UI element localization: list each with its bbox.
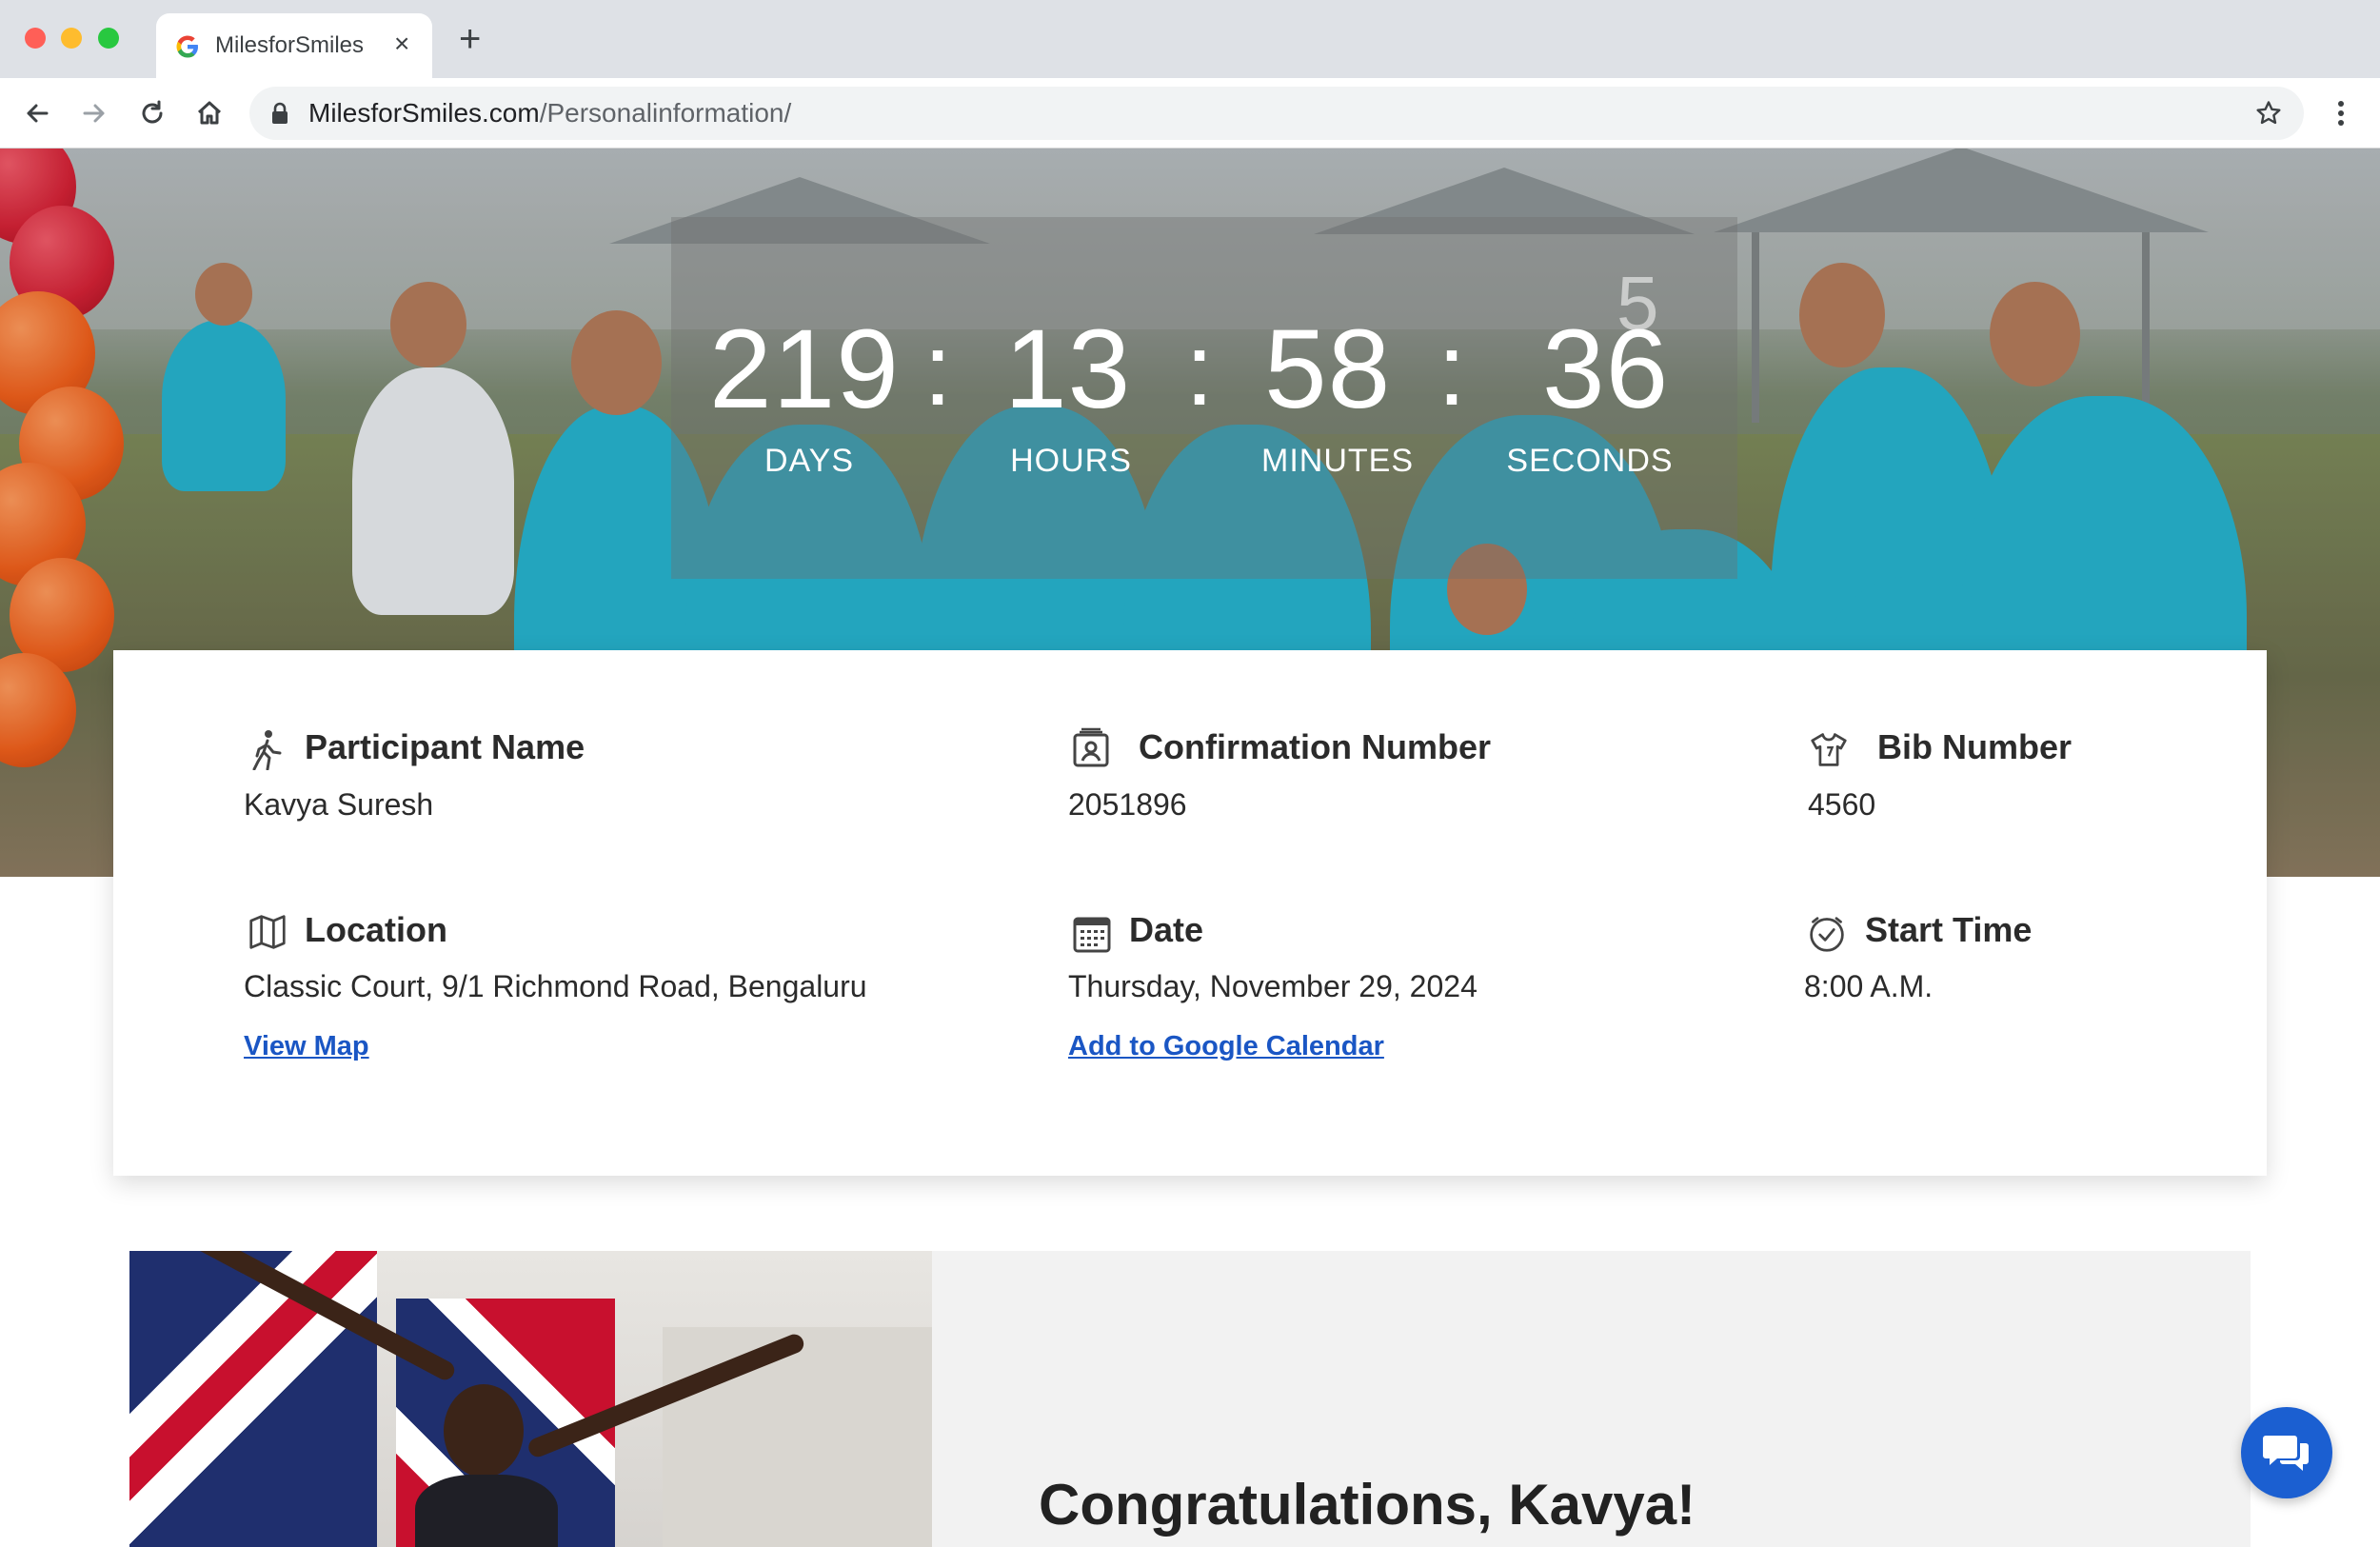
countdown-days-label: DAYS (764, 443, 855, 479)
countdown-minutes-label: MINUTES (1261, 443, 1414, 479)
map-icon (249, 915, 286, 949)
google-favicon (176, 35, 198, 58)
participant-name-title: Participant Name (305, 727, 585, 766)
minimize-window-button[interactable] (61, 28, 82, 49)
countdown-separator: : (1185, 311, 1215, 426)
close-tab-icon[interactable]: × (394, 29, 409, 59)
view-map-link[interactable]: View Map (244, 1029, 369, 1063)
browser-toolbar: MilesforSmiles.com/Personalinformation/ (0, 78, 2380, 149)
bib-number-value: 4560 (1808, 787, 1876, 822)
kebab-menu-icon[interactable] (2327, 97, 2355, 129)
location-value: Classic Court, 9/1 Richmond Road, Bengal… (244, 969, 867, 1003)
add-to-google-calendar-link[interactable]: Add to Google Calendar (1068, 1029, 1384, 1063)
home-icon[interactable] (193, 97, 226, 129)
start-time-value: 8:00 A.M. (1804, 969, 1934, 1003)
back-arrow-icon[interactable] (21, 97, 53, 129)
chat-bubbles-icon (2263, 1436, 2309, 1471)
countdown-seconds-label: SECONDS (1506, 443, 1674, 479)
id-badge-icon (1073, 727, 1109, 767)
union-flag (129, 1251, 377, 1547)
countdown-separator: : (923, 311, 953, 426)
location-title: Location (305, 910, 447, 949)
confirmation-number-title: Confirmation Number (1139, 727, 1492, 766)
lock-icon[interactable] (270, 102, 289, 125)
browser-tab-bar: MilesforSmiles × + (0, 0, 2380, 78)
url-domain: MilesforSmiles.com (308, 98, 540, 128)
countdown-hours-label: HOURS (1010, 443, 1132, 479)
runner-finish-photo (129, 1251, 932, 1547)
background-building (663, 1327, 932, 1547)
countdown-seconds: 36 (1542, 307, 1670, 432)
walking-person-icon (252, 730, 282, 770)
clock-icon (1810, 917, 1844, 952)
calendar-icon (1073, 917, 1111, 953)
tshirt-icon (1811, 733, 1847, 766)
browser-tab[interactable]: MilesforSmiles × (156, 13, 432, 78)
countdown-days: 219 (709, 307, 900, 432)
url-text[interactable]: MilesforSmiles.com/Personalinformation/ (308, 98, 791, 129)
chat-button[interactable] (2241, 1407, 2332, 1498)
participant-info-card: Participant Name Kavya Suresh Confirmati… (113, 650, 2267, 1176)
tab-title: MilesforSmiles (215, 32, 365, 58)
new-tab-button[interactable]: + (459, 20, 481, 58)
countdown-separator: : (1438, 311, 1467, 426)
countdown-hours: 13 (1004, 307, 1132, 432)
runner-torso (415, 1475, 558, 1547)
bib-number-title: Bib Number (1877, 727, 2073, 766)
runner-head (444, 1384, 524, 1478)
date-value: Thursday, November 29, 2024 (1068, 969, 1478, 1003)
star-icon[interactable] (2254, 99, 2283, 128)
start-time-title: Start Time (1865, 910, 2033, 949)
participant-name-value: Kavya Suresh (244, 787, 434, 822)
forward-arrow-icon[interactable] (78, 97, 110, 129)
maximize-window-button[interactable] (98, 28, 119, 49)
address-bar[interactable]: MilesforSmiles.com/Personalinformation/ (249, 87, 2304, 140)
congratulations-section: Congratulations, Kavya! (129, 1251, 2251, 1547)
countdown-minutes: 58 (1264, 307, 1392, 432)
confirmation-number-value: 2051896 (1068, 787, 1187, 822)
congratulations-title: Congratulations, Kavya! (1039, 1473, 1696, 1537)
url-path: /Personalinformation/ (539, 98, 792, 128)
reload-icon[interactable] (136, 97, 169, 129)
close-window-button[interactable] (25, 28, 46, 49)
date-title: Date (1129, 910, 1204, 949)
